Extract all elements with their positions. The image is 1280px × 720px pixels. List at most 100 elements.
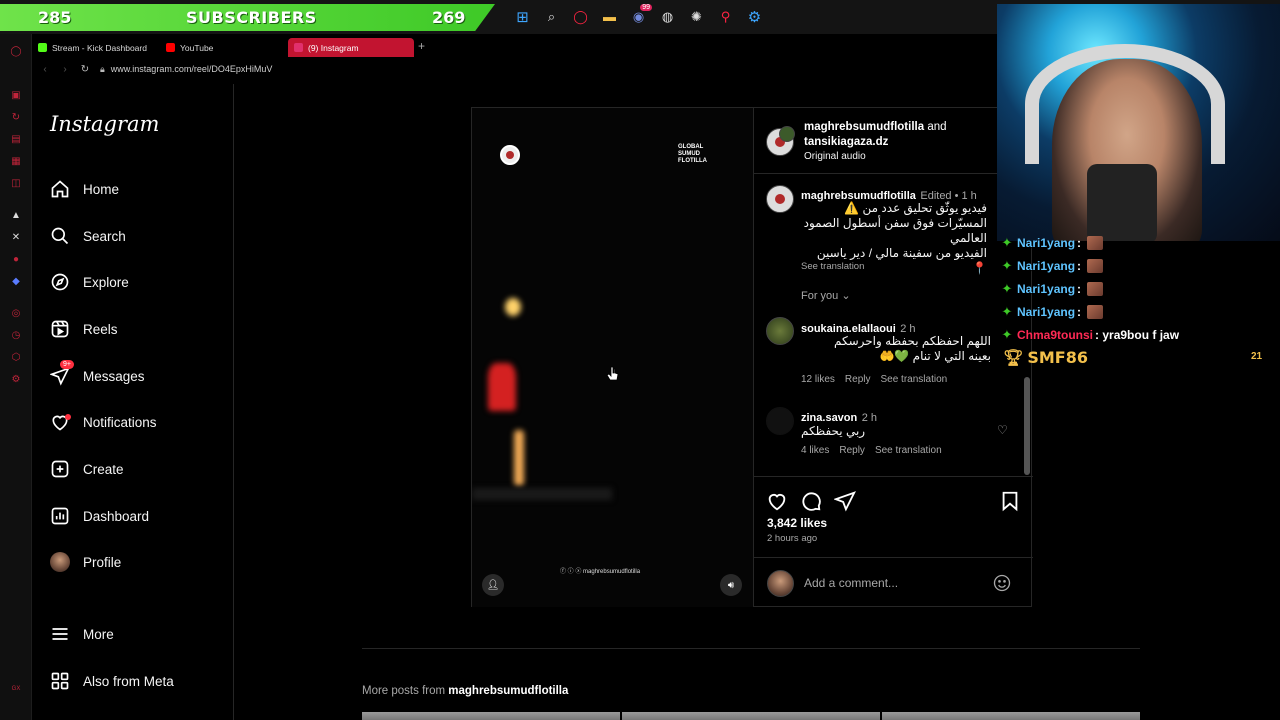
coauthor-link[interactable]: tansikiagaza.dz: [804, 136, 888, 148]
stream-chat-overlay: ✦ Nari1yang : ✦ Nari1yang : ✦ Nari1yang …: [997, 234, 1280, 374]
nav-also-from-meta[interactable]: Also from Meta: [50, 667, 174, 695]
comment-likes[interactable]: 12 likes: [801, 374, 835, 385]
comment-user[interactable]: zina.savon: [801, 412, 857, 424]
nav-messages[interactable]: 9+ Messages: [50, 360, 145, 390]
nav-label: Home: [83, 181, 120, 197]
chat-username: Nari1yang: [1017, 259, 1076, 273]
global-sumud-flotilla-logo: GLOBAL SUMUD FLOTILLA: [678, 144, 707, 165]
instagram-logo[interactable]: Instagram: [50, 112, 159, 136]
top-donor: 🏆︎ SMF86: [997, 346, 1088, 368]
nav-dashboard[interactable]: Dashboard: [50, 502, 149, 530]
nav-more[interactable]: More: [50, 620, 114, 648]
search-icon[interactable]: ⌕: [541, 6, 562, 27]
more-post-thumbnail[interactable]: [882, 712, 1140, 720]
user-tag-icon[interactable]: 👤︎: [482, 574, 504, 596]
twitch-icon[interactable]: ▦: [9, 154, 23, 168]
nav-profile[interactable]: Profile: [50, 548, 121, 576]
top-donor-count: 21: [1251, 351, 1263, 362]
player-icon[interactable]: ◎: [9, 306, 23, 320]
emoji-icon[interactable]: [992, 573, 1012, 593]
heart-icon: [50, 412, 71, 432]
extensions-icon[interactable]: ⬡: [9, 350, 23, 364]
subscriber-label: SUBSCRIBERS: [186, 8, 317, 27]
tab-kick-dashboard[interactable]: Stream - Kick Dashboard: [32, 38, 160, 57]
caption-avatar[interactable]: [766, 185, 794, 213]
steam-icon[interactable]: ⚙: [744, 6, 765, 27]
see-translation-link[interactable]: See translation: [880, 374, 947, 385]
bookmark-icon[interactable]: [999, 490, 1021, 512]
discord-icon[interactable]: ◉ 99: [628, 4, 652, 27]
more-post-thumbnail[interactable]: [362, 712, 620, 720]
author-link[interactable]: maghrebsumudflotilla: [804, 121, 924, 133]
comment-avatar[interactable]: [766, 317, 794, 345]
badge-icon: ✦: [1001, 304, 1013, 319]
history-icon[interactable]: ◷: [9, 328, 23, 342]
nav-notifications[interactable]: Notifications: [50, 408, 157, 436]
reply-button[interactable]: Reply: [845, 374, 871, 385]
add-comment-input[interactable]: [804, 574, 984, 592]
nav-home[interactable]: Home: [50, 175, 119, 203]
app-icon[interactable]: ✺: [686, 6, 707, 27]
obs-icon[interactable]: ◍: [657, 6, 678, 27]
opera-browser-icon[interactable]: ◯: [570, 6, 591, 27]
subscriber-banner: 285 SUBSCRIBERS 269: [0, 4, 495, 31]
location-pin-icon[interactable]: ⚲: [715, 6, 736, 27]
comment-line: ربي يحفظكم: [801, 424, 866, 438]
microphone-shape: [1087, 164, 1157, 241]
opera-logo-icon[interactable]: ◯: [9, 44, 23, 58]
like-icon[interactable]: [766, 490, 788, 512]
messenger-icon[interactable]: ◫: [9, 176, 23, 190]
plus-square-icon: [50, 459, 70, 479]
file-explorer-icon[interactable]: ▬: [599, 6, 620, 27]
reload-icon[interactable]: ↻: [9, 110, 23, 124]
coauthor-avatar[interactable]: [779, 126, 795, 142]
likes-count[interactable]: 3,842 likes: [767, 516, 827, 530]
emote-icon: [1087, 282, 1104, 296]
nav-explore[interactable]: Explore: [50, 268, 129, 296]
comment-icon[interactable]: [800, 490, 822, 512]
forward-icon[interactable]: ›: [58, 64, 72, 75]
gx-icon[interactable]: GX: [9, 682, 23, 696]
nav-search[interactable]: Search: [50, 222, 126, 250]
reel-video[interactable]: GLOBAL SUMUD FLOTILLA ⓕ ⓘ ⓧ maghrebsumud…: [472, 108, 753, 607]
chat-line: ✦ Nari1yang :: [997, 280, 1104, 298]
comment-avatar[interactable]: [766, 407, 794, 435]
nav-reels[interactable]: Reels: [50, 315, 118, 343]
reload-icon[interactable]: ↻: [78, 64, 92, 75]
more-post-thumbnail[interactable]: [622, 712, 880, 720]
back-icon[interactable]: ‹: [38, 64, 52, 75]
bag-icon[interactable]: ▤: [9, 132, 23, 146]
nav-label: Messages: [83, 368, 145, 384]
see-translation-link[interactable]: See translation: [875, 445, 942, 456]
settings-icon[interactable]: ⚙: [9, 372, 23, 386]
new-tab-button[interactable]: +: [418, 39, 425, 53]
nav-create[interactable]: Create: [50, 455, 124, 483]
apps-grid-icon: [50, 671, 70, 691]
youtube-icon[interactable]: ●: [9, 252, 23, 266]
caption-see-translation[interactable]: See translation: [801, 261, 864, 272]
more-posts-user[interactable]: maghrebsumudflotilla: [448, 685, 568, 697]
post-author-line: maghrebsumudflotilla and: [804, 121, 947, 133]
like-comment-icon[interactable]: ♡: [997, 423, 1011, 437]
volume-icon[interactable]: 🔊︎: [720, 574, 742, 596]
tab-instagram[interactable]: (9) Instagram: [288, 38, 414, 57]
trophy-icon: 🏆︎: [1003, 347, 1024, 367]
ai-icon[interactable]: ▲: [9, 208, 23, 222]
original-audio-link[interactable]: Original audio: [804, 151, 866, 162]
video-watermark: ⓕ ⓘ ⓧ maghrebsumudflotilla: [560, 569, 641, 575]
share-icon[interactable]: [833, 490, 856, 512]
tab-youtube[interactable]: YouTube: [160, 38, 284, 57]
comments-scrollbar[interactable]: [1024, 377, 1030, 475]
gaming-icon[interactable]: ▣: [9, 88, 23, 102]
chat-text: : yra9bou f jaw: [1095, 328, 1180, 342]
x-icon[interactable]: ✕: [9, 230, 23, 244]
shield-icon[interactable]: ◆: [9, 274, 23, 288]
caption-line: فيديو يوثّق تحليق عدد من ⚠️: [844, 201, 987, 215]
windows-start-icon[interactable]: ⊞: [512, 6, 533, 27]
url-text[interactable]: www.instagram.com/reel/DO4EpxHiMuV: [111, 64, 273, 74]
comment-text: اللهم احفظكم بحفظه واحرسكم بعينه التي لا…: [801, 334, 991, 364]
comment-likes[interactable]: 4 likes: [801, 445, 829, 456]
reply-button[interactable]: Reply: [839, 445, 865, 456]
for-you-dropdown[interactable]: For you ⌄: [801, 289, 851, 302]
emote-icon: [1087, 305, 1104, 319]
